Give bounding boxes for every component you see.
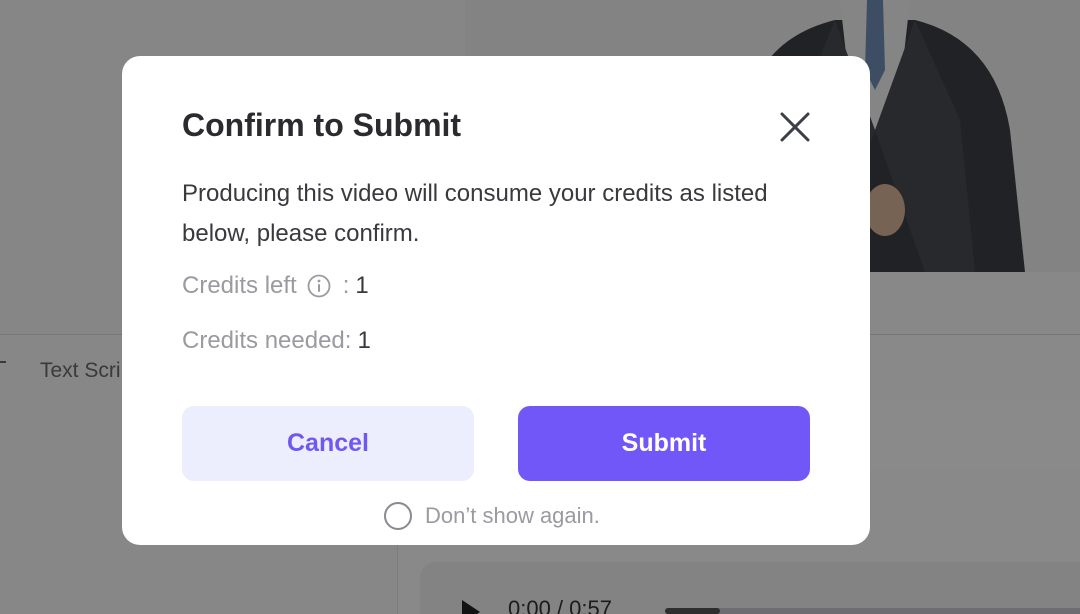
submit-button[interactable]: Submit <box>518 406 810 481</box>
cancel-button[interactable]: Cancel <box>182 406 474 481</box>
dont-show-again-radio[interactable] <box>384 502 412 530</box>
credits-left-row: Credits left : 1 <box>182 272 369 300</box>
close-button[interactable] <box>776 108 814 146</box>
info-icon[interactable] <box>307 274 331 298</box>
dialog-message: Producing this video will consume your c… <box>182 180 768 247</box>
dialog-title: Confirm to Submit <box>182 107 462 143</box>
credits-needed-label: Credits needed: <box>182 327 352 354</box>
credits-left-value: 1 <box>355 272 369 299</box>
confirm-dialog: Confirm to Submit Producing this video w… <box>122 56 870 545</box>
credits-left-colon: : <box>342 272 350 299</box>
credits-needed-value: 1 <box>357 327 371 354</box>
close-icon <box>780 112 810 142</box>
credits-needed-row: Credits needed: 1 <box>182 327 371 355</box>
credits-left-label: Credits left <box>182 272 297 299</box>
dont-show-again-label: Don’t show again. <box>425 503 600 528</box>
dont-show-again-option[interactable]: Don’t show again. <box>384 502 600 530</box>
